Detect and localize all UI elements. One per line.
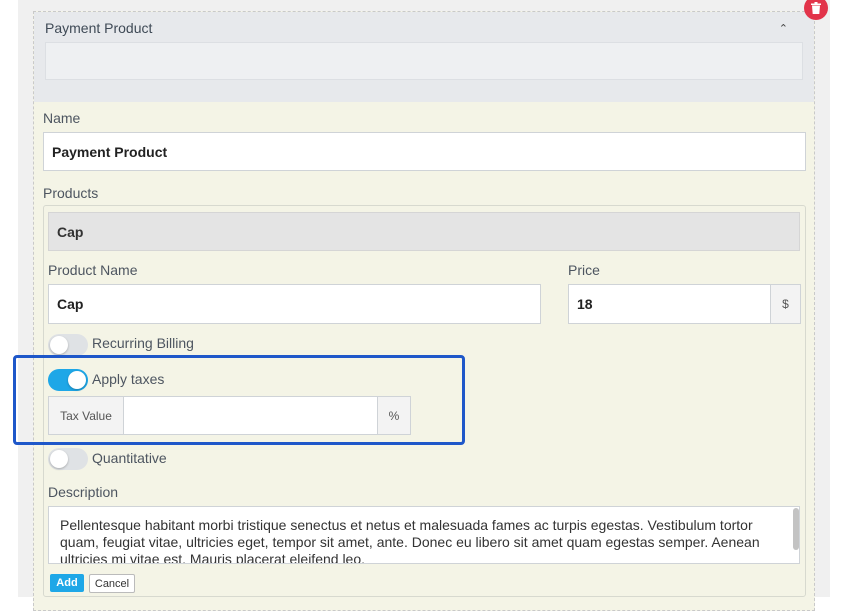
- description-label: Description: [48, 484, 119, 500]
- products-label: Products: [43, 185, 99, 201]
- cancel-button[interactable]: Cancel: [89, 574, 135, 593]
- panel-title: Payment Product: [45, 20, 153, 36]
- description-textarea[interactable]: Pellentesque habitant morbi tristique se…: [48, 506, 800, 564]
- product-name-input[interactable]: Cap: [48, 284, 541, 324]
- quantitative-toggle[interactable]: [48, 448, 88, 470]
- add-button[interactable]: Add: [50, 574, 84, 592]
- product-item-header[interactable]: Cap: [48, 212, 800, 251]
- recurring-billing-label: Recurring Billing: [92, 335, 194, 351]
- chevron-up-icon[interactable]: ⌃: [779, 22, 788, 35]
- price-input[interactable]: 18: [568, 284, 771, 324]
- recurring-billing-toggle[interactable]: [48, 334, 88, 356]
- name-label: Name: [43, 110, 81, 126]
- name-input[interactable]: Payment Product: [43, 132, 806, 171]
- quantitative-label: Quantitative: [92, 450, 167, 466]
- apply-taxes-highlight: [13, 355, 465, 445]
- panel-header-preview: [45, 42, 803, 80]
- currency-addon: $: [770, 284, 801, 324]
- price-label: Price: [568, 262, 600, 278]
- panel-header[interactable]: Payment Product ⌃: [34, 12, 814, 102]
- product-name-label: Product Name: [48, 262, 138, 278]
- description-scrollbar[interactable]: [793, 508, 799, 550]
